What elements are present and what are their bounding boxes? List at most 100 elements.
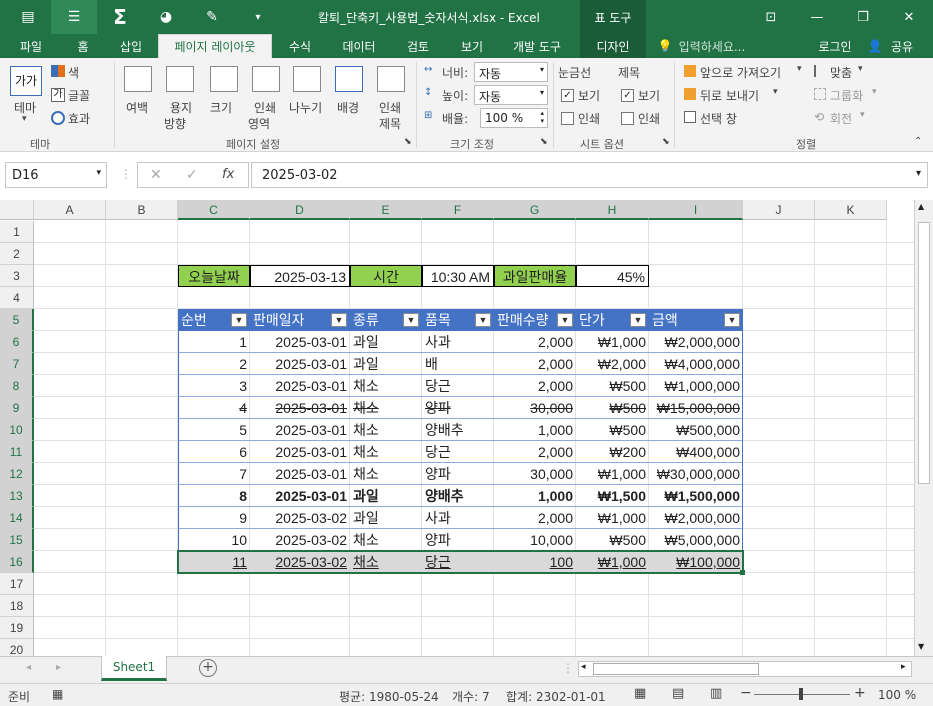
table-cell[interactable]: 10,000 <box>494 529 576 551</box>
zoom-slider-thumb[interactable] <box>799 688 803 700</box>
table-cell[interactable]: 채소 <box>350 441 422 463</box>
column-header-h[interactable]: H <box>576 200 649 220</box>
scroll-thumb[interactable] <box>918 222 930 484</box>
table-cell[interactable]: 2025-03-01 <box>250 331 350 353</box>
table-cell[interactable]: 2,000 <box>494 375 576 397</box>
tab-view[interactable]: 보기 <box>450 34 494 58</box>
column-header-f[interactable]: F <box>422 200 494 220</box>
cancel-icon[interactable]: ✕ <box>150 167 162 183</box>
column-header-k[interactable]: K <box>815 200 887 220</box>
table-cell[interactable]: 5 <box>178 419 250 441</box>
themes-dropdown-icon[interactable]: ▾ <box>22 114 27 124</box>
row-header-14[interactable]: 14 <box>0 507 34 529</box>
table-cell[interactable]: 배 <box>422 353 494 375</box>
table-cell[interactable]: 사과 <box>422 331 494 353</box>
chart-icon[interactable]: ◕ <box>143 0 189 34</box>
scroll-down-icon[interactable]: ▼ <box>918 642 924 651</box>
table-cell[interactable]: ₩200 <box>576 441 649 463</box>
table-cell[interactable]: 채소 <box>350 375 422 397</box>
height-select[interactable]: 자동 ▾ <box>474 85 548 105</box>
filter-dropdown-icon[interactable]: ▼ <box>630 313 646 327</box>
new-sheet-icon[interactable]: + <box>199 659 217 677</box>
breaks-icon[interactable] <box>293 66 321 92</box>
sheet-tab-sheet1[interactable]: Sheet1 <box>101 656 167 681</box>
table-cell[interactable]: ₩5,000,000 <box>649 529 743 551</box>
tab-review[interactable]: 검토 <box>396 34 440 58</box>
row-header-13[interactable]: 13 <box>0 485 34 507</box>
close-button[interactable]: ✕ <box>886 0 932 34</box>
table-cell[interactable]: 채소 <box>350 463 422 485</box>
table-cell[interactable]: 10 <box>178 529 250 551</box>
print-titles-icon[interactable] <box>377 66 405 92</box>
table-cell[interactable]: 과일 <box>350 331 422 353</box>
column-header-c[interactable]: C <box>178 200 250 220</box>
table-cell[interactable]: 채소 <box>350 419 422 441</box>
row-header-10[interactable]: 10 <box>0 419 34 441</box>
table-cell[interactable]: 사과 <box>422 507 494 529</box>
table-cell[interactable]: 2025-03-01 <box>250 463 350 485</box>
row-header-16[interactable]: 16 <box>0 551 34 573</box>
size-label[interactable]: 크기 <box>210 99 232 116</box>
table-cell[interactable]: 30,000 <box>494 397 576 419</box>
table-cell[interactable]: ₩1,000,000 <box>649 375 743 397</box>
row-header-6[interactable]: 6 <box>0 331 34 353</box>
table-cell[interactable]: ₩2,000,000 <box>649 331 743 353</box>
table-cell[interactable]: ₩500 <box>576 397 649 419</box>
tab-developer[interactable]: 개발 도구 <box>504 34 570 58</box>
time-value-cell[interactable]: 10:30 AM <box>422 265 494 287</box>
table-cell[interactable]: 9 <box>178 507 250 529</box>
table-cell[interactable]: 2025-03-01 <box>250 485 350 507</box>
table-cell[interactable]: 2025-03-02 <box>250 529 350 551</box>
chevron-down-icon[interactable]: ▾ <box>858 64 863 74</box>
width-select[interactable]: 자동 ▾ <box>474 62 548 82</box>
margins-label[interactable]: 여백 <box>126 99 148 116</box>
scale-input[interactable]: 100 % ▴ ▾ <box>480 108 548 128</box>
table-cell[interactable]: 과일 <box>350 507 422 529</box>
table-cell[interactable]: 당근 <box>422 441 494 463</box>
print-titles-label-2[interactable]: 제목 <box>379 115 401 132</box>
page-setup-launcher-icon[interactable]: ⬊ <box>404 137 412 147</box>
group-button[interactable]: 그룹화 <box>830 87 863 104</box>
row-header-11[interactable]: 11 <box>0 441 34 463</box>
row-header-19[interactable]: 19 <box>0 617 34 639</box>
table-cell[interactable]: ₩15,000,000 <box>649 397 743 419</box>
table-cell[interactable]: ₩1,500 <box>576 485 649 507</box>
table-cell[interactable]: 4 <box>178 397 250 419</box>
table-cell[interactable]: 당근 <box>422 551 494 573</box>
tab-split-icon[interactable]: ⋮ <box>562 661 574 675</box>
minimize-button[interactable]: — <box>794 0 840 34</box>
print-area-icon[interactable] <box>252 66 280 92</box>
gridlines-print-checkbox[interactable] <box>561 112 574 125</box>
worksheet-grid[interactable]: A B C D E F G H I J K 1 2 3 4 5 6 7 8 9 10 11 12 13 14 15 16 17 18 19… <box>0 200 933 656</box>
page-layout-view-icon[interactable]: ▤ <box>672 686 684 701</box>
align-button[interactable]: 맞춤 <box>830 64 852 81</box>
table-cell[interactable]: 채소 <box>350 529 422 551</box>
table-cell[interactable]: ₩500,000 <box>649 419 743 441</box>
filter-dropdown-icon[interactable]: ▼ <box>231 313 247 327</box>
tab-insert[interactable]: 삽입 <box>108 34 154 58</box>
customize-quick-access-icon[interactable]: ▾ <box>235 0 281 34</box>
today-value-cell[interactable]: 2025-03-13 <box>250 265 350 287</box>
selection-pane-button[interactable]: 선택 창 <box>700 110 737 127</box>
table-cell[interactable]: ₩500 <box>576 419 649 441</box>
table-cell[interactable]: 2025-03-01 <box>250 353 350 375</box>
table-cell[interactable]: 8 <box>178 485 250 507</box>
table-cell[interactable]: 2025-03-01 <box>250 441 350 463</box>
gridlines-view-checkbox[interactable]: ✓ <box>561 89 574 102</box>
fill-handle[interactable] <box>740 570 745 575</box>
table-cell[interactable]: ₩100,000 <box>649 551 743 573</box>
chevron-down-icon[interactable]: ▾ <box>797 64 802 74</box>
column-header-g[interactable]: G <box>494 200 576 220</box>
table-cell[interactable]: 30,000 <box>494 463 576 485</box>
table-cell[interactable]: 2025-03-01 <box>250 397 350 419</box>
filter-dropdown-icon[interactable]: ▼ <box>331 313 347 327</box>
table-cell[interactable]: 3 <box>178 375 250 397</box>
prev-sheet-icon[interactable]: ◂ <box>26 662 31 673</box>
send-backward-button[interactable]: 뒤로 보내기 <box>700 87 759 104</box>
table-cell[interactable]: 2,000 <box>494 353 576 375</box>
next-sheet-icon[interactable]: ▸ <box>56 662 61 673</box>
table-cell[interactable]: 1 <box>178 331 250 353</box>
column-header-a[interactable]: A <box>34 200 106 220</box>
themes-icon[interactable]: 가가 <box>10 66 42 96</box>
table-cell[interactable]: 1,000 <box>494 485 576 507</box>
